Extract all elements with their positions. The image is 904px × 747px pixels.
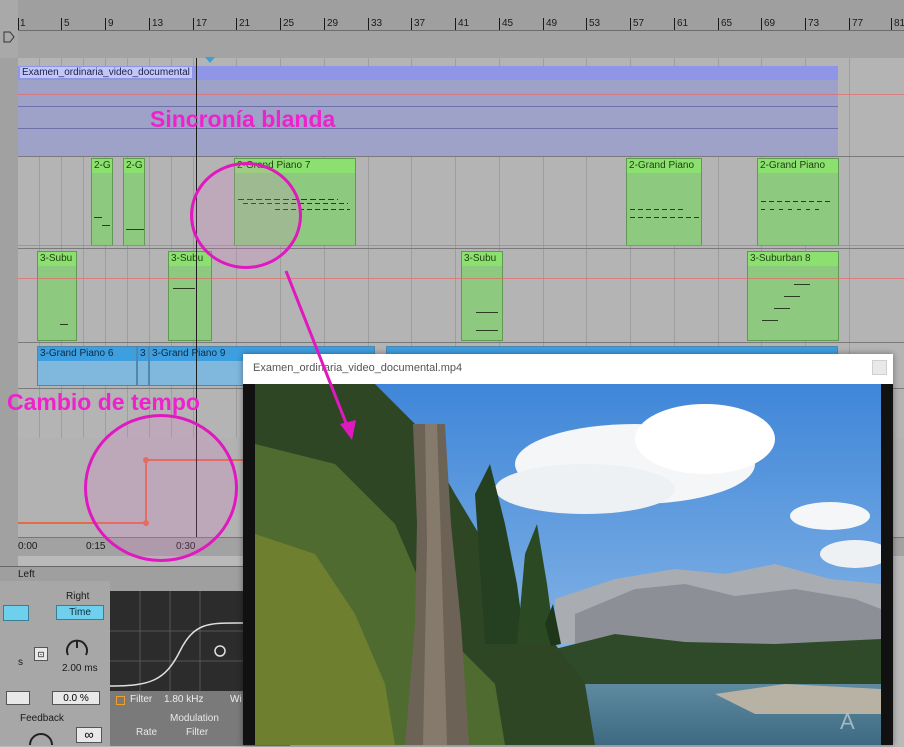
- right-label: Right: [66, 591, 90, 602]
- left-time-button[interactable]: [3, 605, 29, 621]
- midi-clip[interactable]: 2-G: [91, 158, 113, 246]
- midi-clip-name: 3-Subu: [169, 252, 211, 266]
- audio-clip[interactable]: 3-Grand Piano 6: [37, 346, 137, 386]
- close-icon[interactable]: [872, 360, 887, 375]
- midi-clip[interactable]: 3-Subu: [461, 251, 503, 341]
- offset-percent-box[interactable]: 0.0 %: [52, 691, 100, 705]
- bar-number: 37: [414, 18, 426, 29]
- bar-number: 21: [239, 18, 251, 29]
- tempo-change-annotation: Cambio de tempo: [7, 389, 200, 415]
- width-label: Wi: [230, 694, 242, 705]
- rate-label: Rate: [136, 727, 158, 738]
- video-frame: A: [243, 384, 893, 745]
- feedback-label: Feedback: [20, 713, 64, 724]
- device-left-controls: Right Time ⊡ s 2.00 ms 0.0 % Feedback ∞: [0, 581, 110, 746]
- tempo-change-highlight-circle: [84, 414, 238, 562]
- bar-number: 17: [196, 18, 208, 29]
- midi-clip[interactable]: 2-Grand Piano: [757, 158, 839, 246]
- soft-sync-highlight-circle: [190, 162, 302, 269]
- midi-clip-name: 3-Subu: [38, 252, 76, 266]
- device-title: Left: [18, 569, 35, 580]
- time-button[interactable]: Time: [56, 605, 104, 620]
- bar-number: 77: [852, 18, 864, 29]
- bar-number: 61: [677, 18, 689, 29]
- midi-clip[interactable]: 2-G: [123, 158, 145, 246]
- midi-clip-name: 2-Grand Piano: [627, 159, 701, 173]
- delay-time-knob[interactable]: [62, 633, 92, 663]
- midi-clip[interactable]: 3-Subu: [37, 251, 77, 341]
- bar-number: 41: [458, 18, 470, 29]
- soft-sync-annotation: Sincronía blanda: [150, 106, 336, 132]
- left-offset-box[interactable]: [6, 691, 30, 705]
- link-icon[interactable]: ⊡: [34, 647, 48, 661]
- video-clip-header[interactable]: Examen_ordinaria_video_documental: [18, 66, 838, 80]
- feedback-knob[interactable]: [26, 725, 56, 747]
- midi-clip-name: 2-G: [92, 159, 112, 173]
- loop-marker-icon[interactable]: [2, 30, 16, 44]
- video-clip-name: Examen_ordinaria_video_documental: [20, 67, 192, 78]
- mod-filter-label: Filter: [186, 727, 209, 738]
- bar-number: 49: [546, 18, 558, 29]
- bar-number: 29: [327, 18, 339, 29]
- video-window[interactable]: Examen_ordinaria_video_documental.mp4 A: [243, 354, 893, 745]
- loop-strip[interactable]: [18, 31, 904, 58]
- bar-number: 53: [589, 18, 601, 29]
- audio-clip[interactable]: 3: [137, 346, 149, 386]
- bar-number: 65: [721, 18, 733, 29]
- video-window-title: Examen_ordinaria_video_documental.mp4: [253, 362, 463, 374]
- bar-number: 25: [283, 18, 295, 29]
- bar-number: 1: [20, 18, 26, 29]
- playhead-marker-icon[interactable]: [205, 57, 215, 63]
- filter-toggle-icon[interactable]: [116, 696, 125, 705]
- bar-number: 33: [371, 18, 383, 29]
- bar-ruler[interactable]: 1 5 9 13 17 21 25 29 33 37 41 45 49 53 5…: [0, 0, 904, 58]
- bar-number: 9: [108, 18, 114, 29]
- bar-number: 81: [894, 18, 904, 29]
- midi-clip[interactable]: 3-Suburban 8: [747, 251, 839, 341]
- bar-number: 13: [152, 18, 164, 29]
- audio-clip-name: 3: [138, 347, 148, 361]
- audio-clip-name: 3-Grand Piano 6: [38, 347, 136, 361]
- video-still-image: A: [255, 384, 881, 745]
- watermark-logo: A: [840, 709, 855, 734]
- bar-number: 57: [633, 18, 645, 29]
- time-label: 0:00: [18, 541, 38, 552]
- midi-clip[interactable]: 2-Grand Piano: [626, 158, 702, 246]
- infinite-feedback-button[interactable]: ∞: [76, 727, 102, 743]
- bar-number: 5: [64, 18, 70, 29]
- s-label: s: [18, 657, 23, 668]
- filter-curve-display[interactable]: [110, 591, 245, 691]
- midi-clip-name: 2-G: [124, 159, 144, 173]
- midi-clip-name: 2-Grand Piano: [758, 159, 838, 173]
- filter-frequency-value[interactable]: 1.80 kHz: [164, 694, 203, 705]
- bar-ruler-numbers[interactable]: 1 5 9 13 17 21 25 29 33 37 41 45 49 53 5…: [18, 0, 904, 31]
- filter-label: Filter: [130, 694, 153, 705]
- delay-time-value[interactable]: 2.00 ms: [62, 663, 98, 674]
- midi-clip-name: 3-Subu: [462, 252, 502, 266]
- video-track[interactable]: Examen_ordinaria_video_documental: [18, 66, 838, 156]
- modulation-label: Modulation: [170, 713, 219, 724]
- time-label: 0:15: [86, 541, 106, 552]
- midi-clip[interactable]: 3-Subu: [168, 251, 212, 341]
- bar-number: 73: [808, 18, 820, 29]
- bar-number: 45: [502, 18, 514, 29]
- midi-clip-name: 3-Suburban 8: [748, 252, 838, 266]
- bar-number: 69: [764, 18, 776, 29]
